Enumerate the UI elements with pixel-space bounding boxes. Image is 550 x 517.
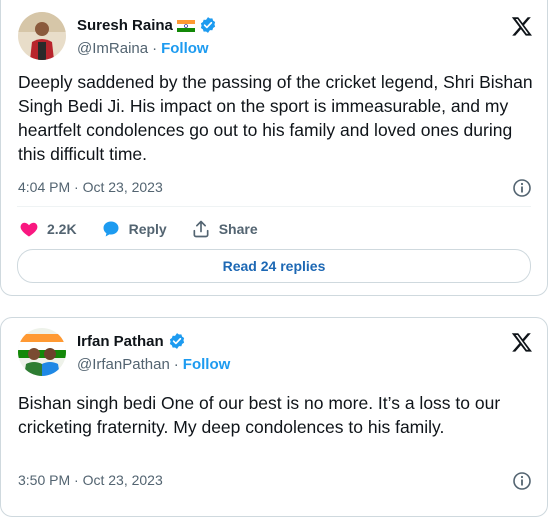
tweet-card-pathan[interactable]: Irfan Pathan @IrfanPathan · Follow Bisha… — [0, 317, 548, 517]
author-name[interactable]: Irfan Pathan — [77, 333, 164, 350]
info-icon[interactable] — [512, 178, 532, 198]
reply-button[interactable]: Reply — [101, 219, 167, 239]
avatar[interactable] — [18, 328, 66, 376]
heart-icon — [19, 219, 39, 239]
divider — [17, 206, 531, 207]
follow-button[interactable]: Follow — [183, 356, 231, 373]
x-logo-icon[interactable] — [511, 15, 533, 37]
india-flag-icon — [176, 19, 195, 32]
follow-button[interactable]: Follow — [161, 40, 209, 57]
x-logo-icon[interactable] — [511, 331, 533, 353]
avatar[interactable] — [18, 12, 66, 60]
author-handle[interactable]: @IrfanPathan — [77, 356, 170, 373]
share-icon — [191, 219, 211, 239]
tweet-text: Deeply saddened by the passing of the cr… — [18, 72, 533, 164]
share-button[interactable]: Share — [191, 219, 258, 239]
tweet-text: Bishan singh bedi One of our best is no … — [18, 393, 501, 437]
reply-bubble-icon — [101, 219, 121, 239]
separator: · — [152, 40, 158, 57]
separator: · — [173, 356, 179, 373]
share-label: Share — [218, 221, 258, 237]
info-icon[interactable] — [512, 471, 532, 491]
like-count: 2.2K — [47, 221, 77, 237]
tweet-card-raina[interactable]: Suresh Raina @ImRaina · Follow Deeply sa… — [0, 0, 548, 296]
author-handle[interactable]: @ImRaina — [77, 40, 148, 57]
tweet-timestamp[interactable]: 4:04 PM · Oct 23, 2023 — [18, 179, 163, 195]
like-button[interactable]: 2.2K — [19, 219, 77, 239]
read-replies-label: Read 24 replies — [222, 258, 326, 274]
reply-label: Reply — [128, 221, 167, 237]
verified-badge-icon — [168, 332, 186, 350]
author-name[interactable]: Suresh Raina — [77, 17, 173, 34]
tweet-timestamp[interactable]: 3:50 PM · Oct 23, 2023 — [18, 472, 163, 488]
verified-badge-icon — [199, 16, 217, 34]
read-replies-button[interactable]: Read 24 replies — [17, 249, 531, 283]
